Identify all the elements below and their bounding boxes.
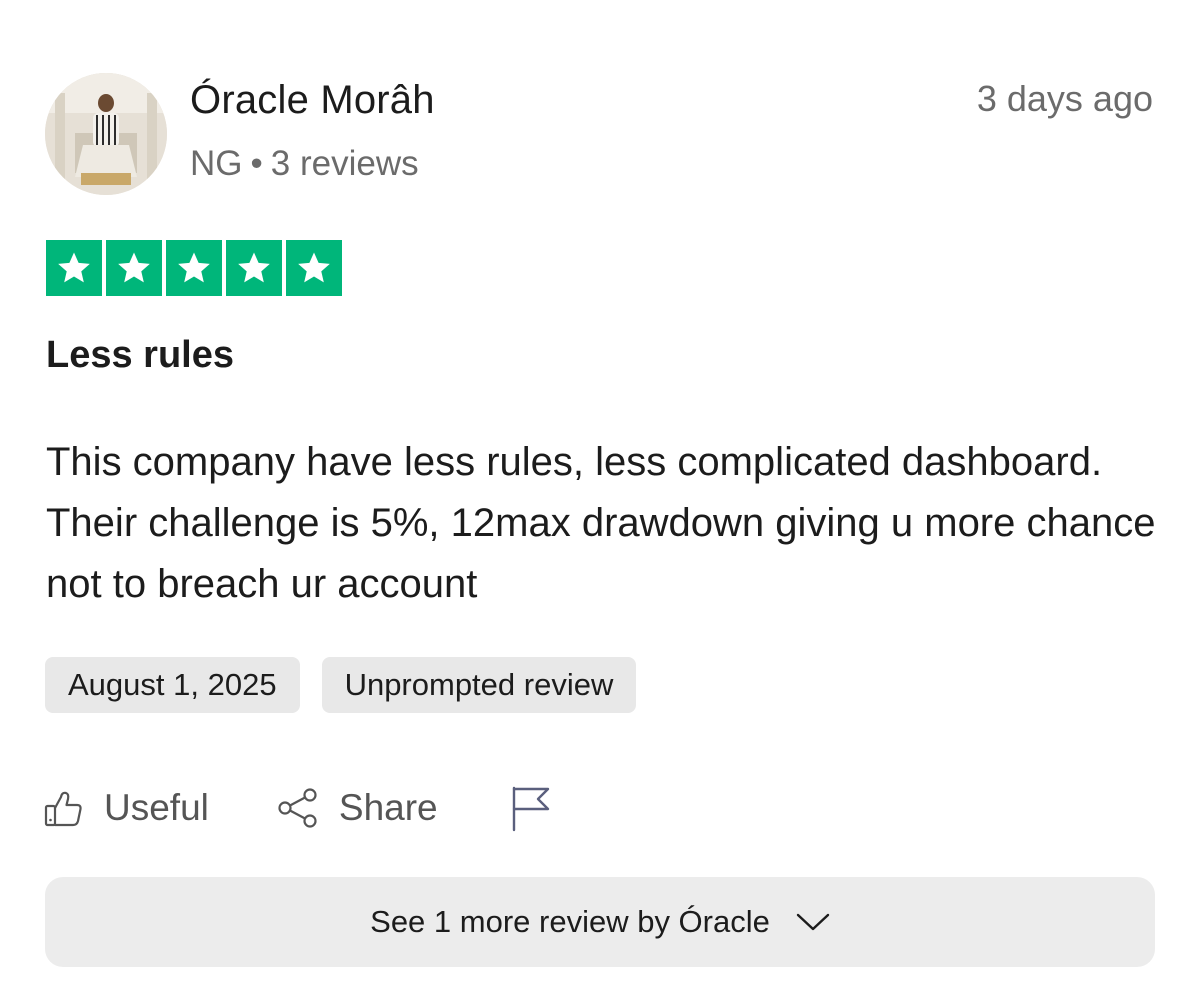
reviewer-country: NG (190, 144, 243, 183)
see-more-reviews-button[interactable]: See 1 more review by Óracle (45, 877, 1155, 967)
review-card: Óracle Morâh NG • 3 reviews 3 days ago Les… (0, 0, 1200, 991)
share-label: Share (338, 787, 438, 828)
chevron-down-icon (796, 912, 830, 932)
star-icon (226, 240, 282, 296)
avatar[interactable] (45, 73, 167, 195)
avatar-photo (45, 73, 167, 195)
share-button[interactable]: Share (277, 787, 438, 829)
reviewer-review-count[interactable]: 3 reviews (271, 144, 419, 183)
thumbs-up-icon (44, 791, 82, 827)
review-tags: August 1, 2025 Unprompted review (45, 657, 637, 713)
review-type-tag[interactable]: Unprompted review (321, 657, 637, 713)
star-icon (106, 240, 162, 296)
reviewer-name[interactable]: Óracle Morâh (190, 78, 435, 123)
review-body: This company have less rules, less compl… (46, 440, 1156, 606)
review-actions: Useful Share (44, 780, 552, 836)
star-rating (46, 240, 342, 296)
review-timestamp: 3 days ago (976, 78, 1153, 119)
flag-icon (512, 786, 549, 832)
star-icon (166, 240, 222, 296)
see-more-label: See 1 more review by Óracle (370, 904, 770, 939)
review-date-tag: August 1, 2025 (45, 657, 300, 713)
share-icon (278, 788, 317, 828)
meta-separator: • (250, 144, 263, 183)
useful-button[interactable]: Useful (44, 787, 209, 829)
star-icon (286, 240, 342, 296)
reviewer-meta: NG • 3 reviews (190, 144, 419, 184)
star-icon (46, 240, 102, 296)
review-title: Less rules (46, 334, 234, 376)
report-button[interactable] (510, 784, 552, 832)
useful-label: Useful (104, 787, 209, 828)
